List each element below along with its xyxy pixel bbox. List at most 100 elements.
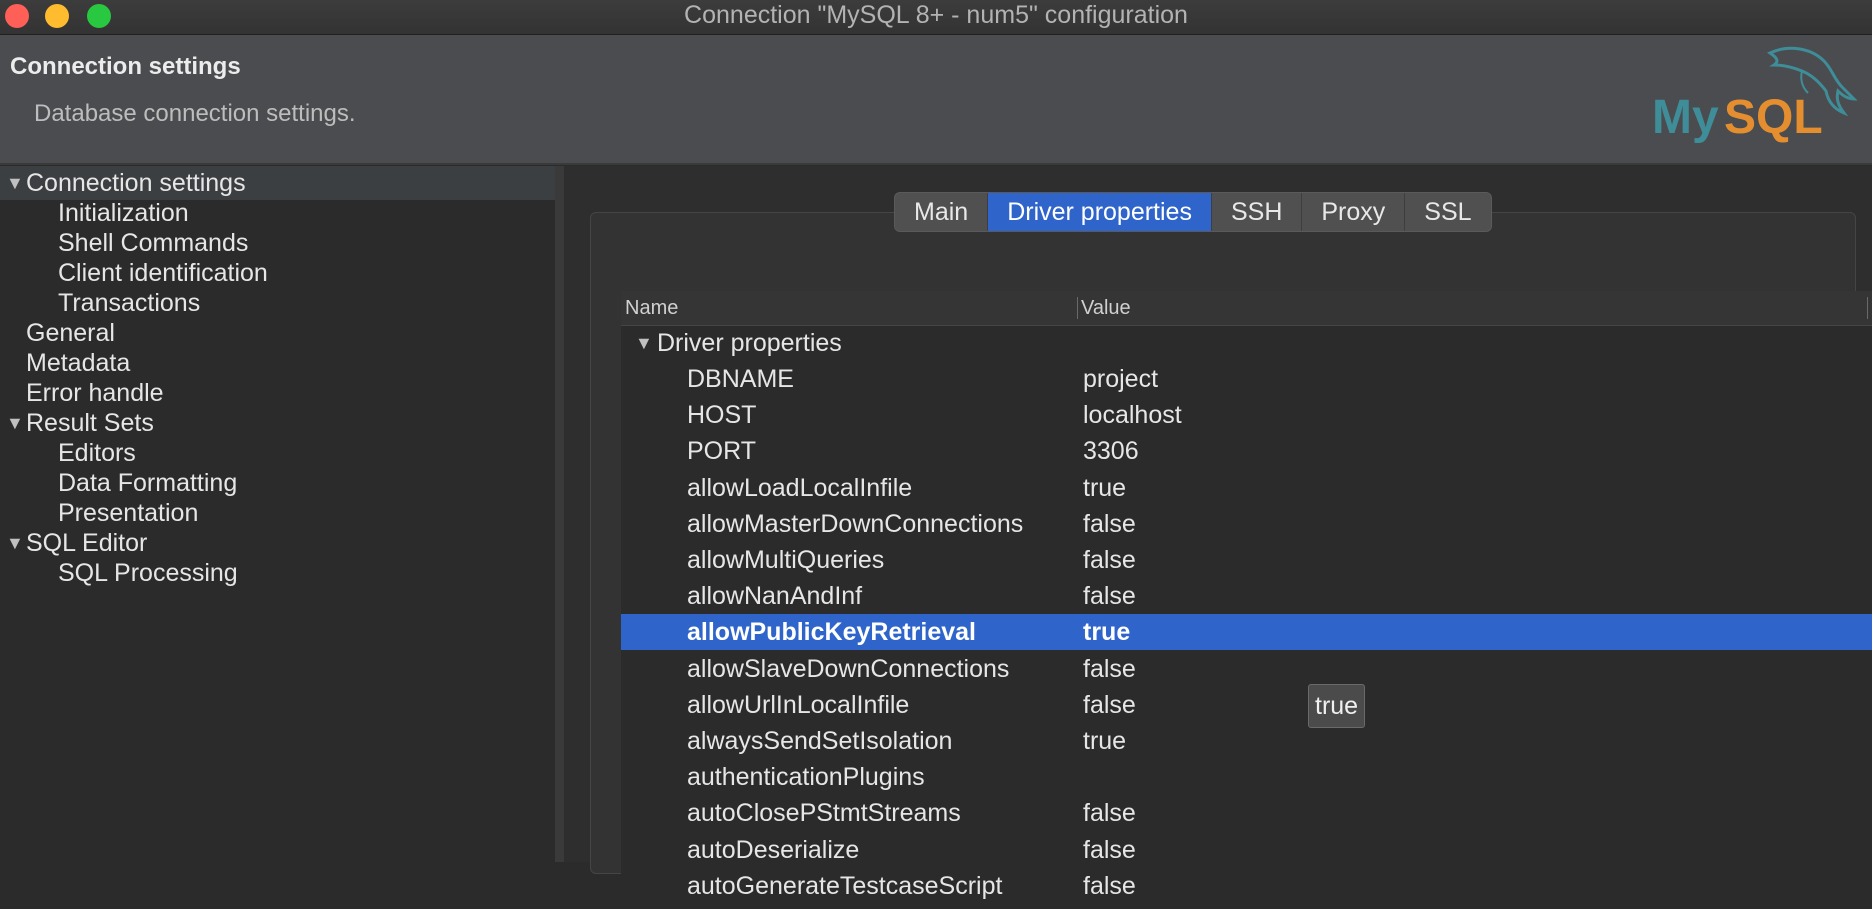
- nav-item-metadata[interactable]: Metadata: [0, 346, 555, 380]
- nav-item-label: General: [26, 319, 115, 347]
- table-row[interactable]: allowPublicKeyRetrieval true: [621, 614, 1872, 651]
- table-row[interactable]: autoGenerateTestcaseScript false: [621, 868, 1872, 904]
- table-row[interactable]: HOST localhost: [621, 397, 1872, 433]
- table-row[interactable]: autoDeserialize false: [621, 832, 1872, 868]
- table-row[interactable]: PORT 3306: [621, 433, 1872, 469]
- nav-item-sql-processing[interactable]: SQL Processing: [0, 556, 555, 590]
- pane-splitter[interactable]: [556, 166, 564, 862]
- property-value[interactable]: false: [1083, 795, 1136, 831]
- title-bar: Connection "MySQL 8+ - num5" configurati…: [0, 0, 1872, 35]
- property-name: allowMasterDownConnections: [687, 509, 1024, 538]
- table-row[interactable]: authenticationPlugins: [621, 759, 1872, 795]
- nav-item-shell-commands[interactable]: Shell Commands: [0, 226, 555, 260]
- mysql-logo-icon: My SQL: [1652, 46, 1858, 144]
- column-header-value[interactable]: Value: [1081, 291, 1131, 325]
- table-row[interactable]: allowUrlInLocalInfile false: [621, 687, 1872, 723]
- page-header: Connection settings Database connection …: [0, 35, 1872, 165]
- property-name: allowUrlInLocalInfile: [687, 690, 910, 719]
- table-row[interactable]: allowLoadLocalInfile true: [621, 470, 1872, 506]
- property-name: autoGenerateTestcaseScript: [687, 871, 1003, 900]
- property-value[interactable]: false: [1083, 542, 1136, 578]
- property-value[interactable]: false: [1083, 868, 1136, 904]
- column-divider[interactable]: [1867, 297, 1868, 319]
- property-value[interactable]: false: [1083, 687, 1136, 723]
- value-tooltip: true: [1308, 684, 1366, 728]
- property-value[interactable]: false: [1083, 832, 1136, 868]
- nav-item-label: SQL Editor: [26, 529, 148, 557]
- nav-item-label: Connection settings: [26, 169, 246, 197]
- nav-item-editors[interactable]: Editors: [0, 436, 555, 470]
- table-header: Name Value: [621, 291, 1872, 326]
- property-name: PORT: [687, 437, 756, 466]
- nav-item-connection-settings[interactable]: ▼ Connection settings: [0, 166, 555, 200]
- property-name: alwaysSendSetIsolation: [687, 727, 953, 755]
- nav-item-label: Initialization: [58, 199, 189, 227]
- nav-item-label: Transactions: [58, 289, 201, 317]
- tab-driver-properties[interactable]: Driver properties: [988, 193, 1212, 231]
- table-row[interactable]: allowNanAndInf false: [621, 578, 1872, 614]
- tab-ssl[interactable]: SSL: [1405, 193, 1491, 231]
- nav-item-general[interactable]: General: [0, 316, 555, 350]
- property-value[interactable]: false: [1083, 651, 1136, 687]
- page-description: Database connection settings.: [34, 100, 356, 127]
- expanded-triangle-icon[interactable]: ▼: [6, 526, 24, 560]
- page-title: Connection settings: [10, 53, 241, 80]
- driver-properties-table: Name Value ▼ Driver properties DBNAME pro…: [621, 291, 1872, 909]
- tree-group-row[interactable]: ▼ Driver properties: [621, 325, 1872, 361]
- nav-item-label: Shell Commands: [58, 229, 249, 257]
- nav-item-label: Client identification: [58, 259, 268, 287]
- nav-item-label: SQL Processing: [58, 559, 238, 587]
- property-value[interactable]: true: [1083, 470, 1126, 506]
- table-row[interactable]: autoClosePStmtStreams false: [621, 795, 1872, 831]
- nav-item-client-identification[interactable]: Client identification: [0, 256, 555, 290]
- table-row[interactable]: DBNAME project: [621, 361, 1872, 397]
- tab-ssh[interactable]: SSH: [1211, 193, 1303, 231]
- property-value[interactable]: false: [1083, 578, 1136, 614]
- property-value[interactable]: false: [1083, 506, 1136, 542]
- nav-item-label: Data Formatting: [58, 469, 238, 497]
- logo-sql-text: SQL: [1724, 91, 1823, 144]
- property-name: autoDeserialize: [687, 835, 860, 864]
- tab-bar: Main Driver properties SSH Proxy SSL: [894, 192, 1492, 232]
- table-row[interactable]: allowMasterDownConnections false: [621, 506, 1872, 542]
- expanded-triangle-icon[interactable]: ▼: [635, 325, 653, 361]
- table-row[interactable]: alwaysSendSetIsolation true: [621, 723, 1872, 759]
- nav-item-label: Presentation: [58, 499, 199, 527]
- expanded-triangle-icon[interactable]: ▼: [6, 166, 24, 200]
- table-row[interactable]: allowMultiQueries false: [621, 542, 1872, 578]
- nav-item-initialization[interactable]: Initialization: [0, 196, 555, 230]
- tab-main[interactable]: Main: [895, 193, 989, 231]
- property-value[interactable]: project: [1083, 361, 1158, 397]
- property-name: autoClosePStmtStreams: [687, 799, 961, 828]
- nav-item-sql-editor[interactable]: ▼ SQL Editor: [0, 526, 555, 560]
- nav-item-result-sets[interactable]: ▼ Result Sets: [0, 406, 555, 440]
- tab-proxy[interactable]: Proxy: [1302, 193, 1406, 231]
- property-name: DBNAME: [687, 365, 794, 393]
- column-header-name[interactable]: Name: [625, 291, 678, 325]
- property-name: allowLoadLocalInfile: [687, 473, 913, 502]
- nav-item-label: Result Sets: [26, 409, 154, 437]
- table-row[interactable]: allowSlaveDownConnections false: [621, 651, 1872, 687]
- property-name: HOST: [687, 401, 757, 430]
- column-divider[interactable]: [1077, 297, 1078, 319]
- property-value[interactable]: true: [1083, 723, 1126, 759]
- property-value[interactable]: localhost: [1083, 397, 1182, 433]
- tab-group-box: Name Value ▼ Driver properties DBNAME pro…: [590, 212, 1872, 909]
- property-name: allowNanAndInf: [687, 582, 863, 611]
- group-label: Driver properties: [657, 329, 842, 357]
- nav-item-presentation[interactable]: Presentation: [0, 496, 555, 530]
- nav-item-error-handle[interactable]: Error handle: [0, 376, 555, 410]
- nav-item-data-formatting[interactable]: Data Formatting: [0, 466, 555, 500]
- property-value[interactable]: true: [1083, 614, 1130, 650]
- property-name: authenticationPlugins: [687, 763, 925, 792]
- nav-item-label: Editors: [58, 439, 136, 467]
- property-name: allowMultiQueries: [687, 546, 885, 574]
- property-name: allowPublicKeyRetrieval: [687, 618, 977, 647]
- settings-nav-tree: ▼ Connection settings Initialization She…: [0, 166, 556, 862]
- property-value[interactable]: 3306: [1083, 433, 1139, 469]
- window-title: Connection "MySQL 8+ - num5" configurati…: [684, 1, 1188, 29]
- expanded-triangle-icon[interactable]: ▼: [6, 406, 24, 440]
- property-name: allowSlaveDownConnections: [687, 654, 1010, 683]
- nav-item-label: Error handle: [26, 379, 164, 407]
- nav-item-transactions[interactable]: Transactions: [0, 286, 555, 320]
